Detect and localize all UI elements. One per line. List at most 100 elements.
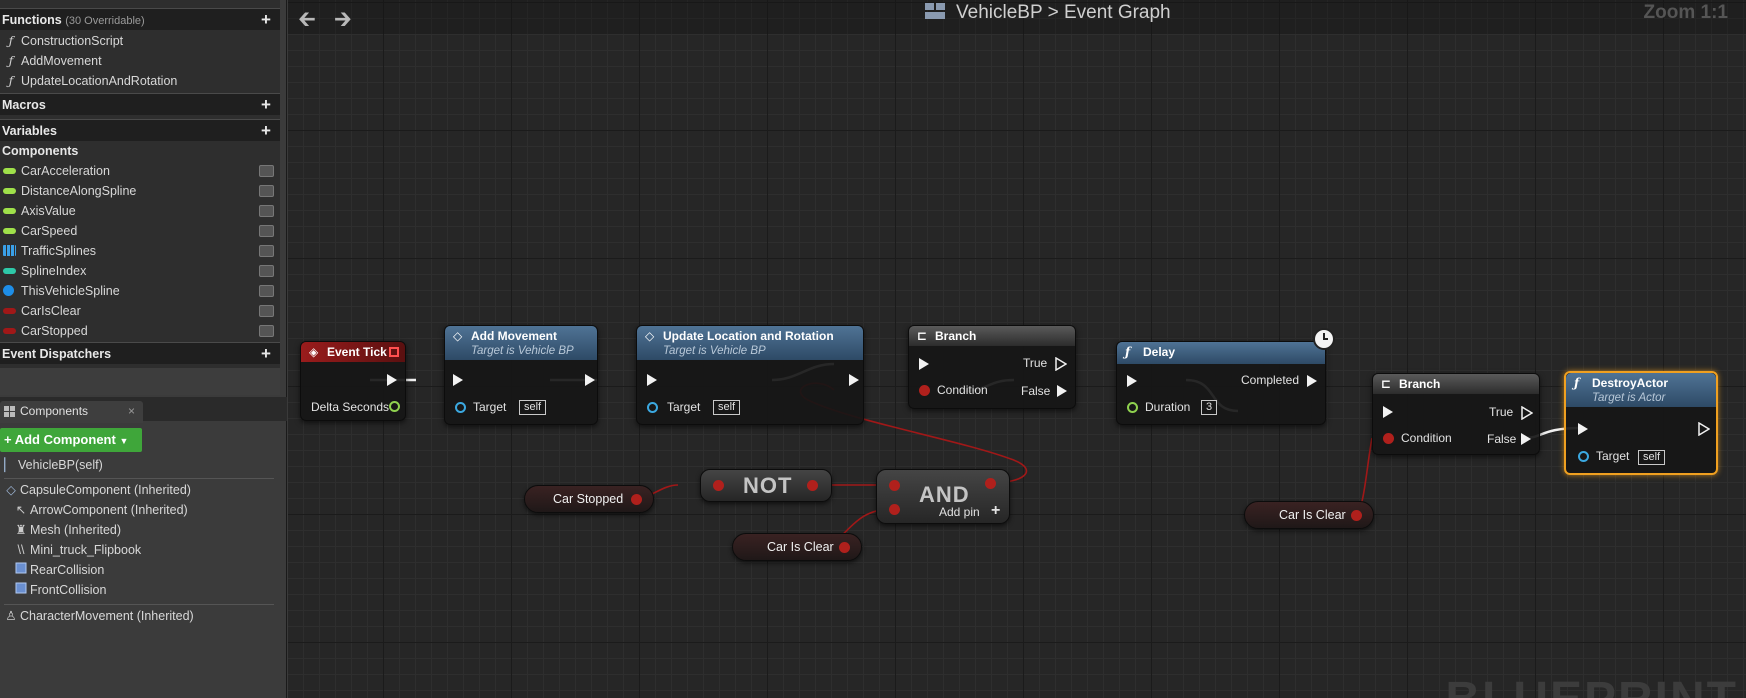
object-pin[interactable] — [1578, 451, 1589, 462]
add-event-dispatcher-button[interactable]: + — [258, 345, 274, 362]
macros-header[interactable]: Macros + — [0, 93, 280, 115]
self-value[interactable]: self — [519, 400, 547, 415]
visibility-eye-icon[interactable] — [259, 245, 274, 257]
bool-in-pin-b[interactable] — [889, 504, 900, 515]
add-pin-label[interactable]: Add pin — [939, 505, 980, 519]
update-location-rotation-node[interactable]: ◇ Update Location and Rotation Target is… — [636, 325, 864, 425]
event-tick-node[interactable]: ◈ Event Tick Delta Seconds — [300, 341, 406, 421]
add-function-button[interactable]: + — [258, 11, 274, 28]
variable-item-carspeed[interactable]: CarSpeed — [0, 221, 280, 241]
close-icon[interactable]: × — [128, 401, 135, 421]
tree-item-capsulecomponent[interactable]: ◇ CapsuleComponent (Inherited) — [4, 480, 191, 500]
exec-out-pin[interactable] — [585, 374, 595, 386]
car-stopped-getter[interactable]: Car Stopped — [524, 485, 654, 513]
branch-node[interactable]: ⊏ Branch True Condition False — [908, 325, 1076, 409]
functions-header[interactable]: Functions (30 Overridable) + — [0, 8, 280, 30]
variable-item-caracceleration[interactable]: CarAcceleration — [0, 161, 280, 181]
visibility-eye-icon[interactable] — [259, 225, 274, 237]
function-item-updatelocationandrotation[interactable]: ƒ UpdateLocationAndRotation — [0, 71, 280, 91]
bool-pin[interactable] — [631, 494, 642, 505]
variable-item-trafficsplines[interactable]: TrafficSplines — [0, 241, 280, 261]
car-is-clear-getter[interactable]: Car Is Clear — [732, 533, 862, 561]
exec-true-pin[interactable] — [1521, 406, 1533, 420]
add-macro-button[interactable]: + — [258, 96, 274, 113]
variable-label: Car Is Clear — [767, 540, 834, 554]
bool-pin[interactable] — [919, 385, 930, 396]
exec-out-pin[interactable] — [1698, 422, 1710, 436]
node-header[interactable]: ◇ Update Location and Rotation Target is… — [637, 326, 863, 360]
variable-item-thisvehiclespline[interactable]: ThisVehicleSpline — [0, 281, 280, 301]
event-graph-canvas[interactable]: 🡰 🡲 VehicleBP > Event Graph Zoom 1:1 BLU… — [288, 0, 1746, 698]
variable-type-icon — [3, 328, 16, 334]
exec-in-pin[interactable] — [1578, 423, 1588, 435]
exec-in-pin[interactable] — [919, 358, 929, 370]
visibility-eye-icon[interactable] — [259, 305, 274, 317]
node-header[interactable]: ⊏ Branch — [1373, 374, 1539, 394]
variable-item-carisclear[interactable]: CarIsClear — [0, 301, 280, 321]
bool-in-pin-a[interactable] — [889, 480, 900, 491]
bool-in-pin[interactable] — [713, 480, 724, 491]
tree-item-frontcollision[interactable]: FrontCollision — [14, 580, 106, 600]
exec-completed-pin[interactable] — [1307, 375, 1317, 387]
object-pin[interactable] — [455, 402, 466, 413]
bool-pin[interactable] — [839, 542, 850, 553]
float-pin[interactable] — [1127, 402, 1138, 413]
tree-item-rearcollision[interactable]: RearCollision — [14, 560, 104, 580]
visibility-eye-icon[interactable] — [259, 325, 274, 337]
variable-item-distancealongspline[interactable]: DistanceAlongSpline — [0, 181, 280, 201]
node-header[interactable]: ƒ Delay — [1117, 342, 1325, 364]
visibility-eye-icon[interactable] — [259, 285, 274, 297]
destroy-actor-node[interactable]: ƒ DestroyActor Target is Actor Target se… — [1564, 371, 1718, 475]
exec-out-pin[interactable] — [849, 374, 859, 386]
exec-out-pin[interactable] — [387, 374, 397, 386]
add-component-button[interactable]: + Add Component ▼ — [0, 428, 142, 452]
and-boolean-node[interactable]: AND Add pin + — [876, 469, 1010, 524]
add-variable-button[interactable]: + — [258, 122, 274, 139]
object-pin[interactable] — [647, 402, 658, 413]
event-delegate-icon[interactable] — [389, 347, 399, 357]
variable-item-axisvalue[interactable]: AxisValue — [0, 201, 280, 221]
branch-node-2[interactable]: ⊏ Branch True Condition False — [1372, 373, 1540, 455]
self-value[interactable]: self — [713, 400, 741, 415]
exec-in-pin[interactable] — [1383, 406, 1393, 418]
tree-item-charactermovement[interactable]: ♙ CharacterMovement (Inherited) — [4, 606, 193, 626]
self-value[interactable]: self — [1638, 450, 1666, 465]
duration-value[interactable]: 3 — [1201, 400, 1218, 415]
exec-in-pin[interactable] — [453, 374, 463, 386]
exec-in-pin[interactable] — [1127, 375, 1137, 387]
bool-pin[interactable] — [1383, 433, 1394, 444]
visibility-eye-icon[interactable] — [259, 265, 274, 277]
function-item-addmovement[interactable]: ƒ AddMovement — [0, 51, 280, 71]
delay-node[interactable]: ƒ Delay Completed Duration 3 — [1116, 341, 1326, 425]
visibility-eye-icon[interactable] — [259, 205, 274, 217]
add-pin-plus-icon[interactable]: + — [991, 502, 1000, 520]
bool-out-pin[interactable] — [985, 478, 996, 489]
node-header[interactable]: ◈ Event Tick — [301, 342, 405, 362]
variable-item-splineindex[interactable]: SplineIndex — [0, 261, 280, 281]
tree-item-mini-truck-flipbook[interactable]: \\ Mini_truck_Flipbook — [14, 540, 142, 560]
node-header[interactable]: ⊏ Branch — [909, 326, 1075, 346]
tab-components[interactable]: Components × — [0, 401, 143, 423]
not-boolean-node[interactable]: NOT — [700, 469, 832, 502]
exec-in-pin[interactable] — [647, 374, 657, 386]
float-pin[interactable] — [389, 401, 400, 412]
exec-false-pin[interactable] — [1521, 433, 1531, 445]
bool-pin[interactable] — [1351, 510, 1362, 521]
visibility-eye-icon[interactable] — [259, 185, 274, 197]
exec-true-pin[interactable] — [1055, 357, 1067, 371]
tree-item-mesh[interactable]: ♜ Mesh (Inherited) — [14, 520, 121, 540]
add-movement-node[interactable]: ◇ Add Movement Target is Vehicle BP Targ… — [444, 325, 598, 425]
event-dispatchers-header[interactable]: Event Dispatchers + — [0, 342, 280, 364]
exec-false-pin[interactable] — [1057, 385, 1067, 397]
components-category[interactable]: Components — [0, 141, 280, 161]
visibility-eye-icon[interactable] — [259, 165, 274, 177]
variables-header[interactable]: Variables + — [0, 119, 280, 141]
tree-item-vehiclebp-self[interactable]: ▏ VehicleBP(self) — [2, 455, 103, 475]
tree-item-arrowcomponent[interactable]: ↖ ArrowComponent (Inherited) — [14, 500, 188, 520]
node-header[interactable]: ◇ Add Movement Target is Vehicle BP — [445, 326, 597, 360]
car-is-clear-getter-2[interactable]: Car Is Clear — [1244, 501, 1374, 529]
function-item-constructionscript[interactable]: ƒ ConstructionScript — [0, 31, 280, 51]
variable-item-carstopped[interactable]: CarStopped — [0, 321, 280, 341]
bool-out-pin[interactable] — [807, 480, 818, 491]
node-header[interactable]: ƒ DestroyActor Target is Actor — [1566, 373, 1716, 407]
